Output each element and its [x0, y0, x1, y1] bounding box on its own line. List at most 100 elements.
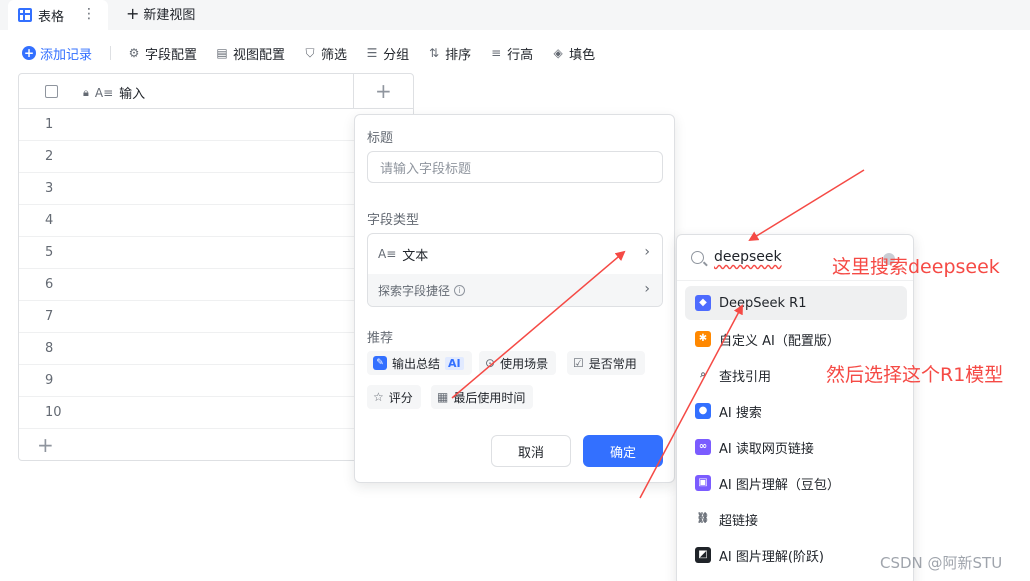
paint-bucket-icon: ◈ [553, 46, 563, 60]
recommend-chip-scenario[interactable]: ⊙ 使用场景 [479, 351, 557, 375]
watermark: CSDN @阿新STU [880, 554, 1003, 572]
row-height-label: 行高 [507, 47, 534, 63]
plus-icon: + [126, 4, 140, 23]
type-option-ai-image[interactable]: ▣ AI 图片理解（豆包） [685, 466, 907, 500]
recommend-label: 推荐 [367, 331, 394, 346]
grid-header: 🔒︎ A≡ 输入 + [19, 74, 413, 109]
tab-table-label: 表格 [38, 9, 65, 25]
chevron-right-icon: › [644, 281, 650, 297]
text-type-icon: A≡ [378, 247, 397, 261]
add-circle-icon: + [22, 46, 36, 60]
ai-badge: AI [445, 356, 464, 370]
row-number: 8 [45, 341, 54, 356]
chip-label: 评分 [388, 390, 413, 405]
filter-button[interactable]: ⛉ 筛选 [303, 44, 348, 63]
field-type-value: 文本 [402, 248, 429, 264]
row-height-button[interactable]: ≡ 行高 [489, 44, 533, 63]
chip-label: 最后使用时间 [453, 390, 526, 405]
type-option-ai-image-step[interactable]: ◩ AI 图片理解(阶跃) [685, 538, 907, 572]
view-config-label: 视图配置 [233, 47, 286, 63]
confirm-button[interactable]: 确定 [583, 435, 663, 467]
field-type-box: A≡ 文本 › 探索字段捷径 i › [367, 233, 663, 307]
summary-icon: ✎ [373, 356, 387, 370]
type-option-label: AI 读取网页链接 [719, 441, 814, 457]
row-number: 5 [45, 245, 54, 260]
column-header-input[interactable]: 🔒︎ A≡ 输入 [83, 83, 145, 103]
row-number: 1 [45, 117, 54, 132]
gear-icon: ⚙ [128, 46, 140, 60]
custom-ai-icon: ✱ [695, 331, 711, 347]
chevron-circle-icon: ⊙ [485, 356, 496, 370]
filter-icon: ⛉ [305, 45, 315, 60]
field-config-label: 字段配置 [145, 47, 198, 63]
type-option-label: AI 图片理解(阶跃) [719, 549, 825, 565]
row-number: 6 [45, 277, 54, 292]
row-number: 2 [45, 149, 54, 164]
add-record-button[interactable]: + 添加记录 [22, 44, 92, 63]
new-view-button[interactable]: + 新建视图 [126, 4, 195, 23]
field-config-button[interactable]: ⚙ 字段配置 [127, 44, 197, 63]
chip-label: 输出总结 [392, 356, 441, 371]
checkbox-icon: ☑ [573, 356, 584, 370]
recommend-chip-rating[interactable]: ☆ 评分 [367, 385, 421, 409]
type-option-label: 查找引用 [719, 369, 772, 385]
field-title-placeholder: 请输入字段标题 [380, 161, 472, 177]
calendar-icon: ▦ [437, 390, 449, 404]
filter-label: 筛选 [321, 47, 348, 63]
field-type-dropdown: deepseek ◆ DeepSeek R1 ✱ 自定义 AI（配置版） ⌕ 查找引用 ● A… [676, 234, 914, 581]
type-option-custom-ai[interactable]: ✱ 自定义 AI（配置版） [685, 322, 907, 356]
recommend-chip-summary[interactable]: ✎ 输出总结 AI [367, 351, 472, 375]
search-query: deepseek [714, 249, 782, 265]
add-row-icon[interactable]: + [37, 433, 54, 457]
group-button[interactable]: ☰ 分组 [365, 44, 409, 63]
ai-link-icon: ∞ [695, 439, 711, 455]
annotation-select-note: 然后选择这个R1模型 [826, 364, 1004, 386]
chip-label: 使用场景 [500, 356, 549, 371]
table-icon [18, 8, 32, 22]
sort-button[interactable]: ⇅ 排序 [427, 44, 471, 63]
tab-more-icon[interactable]: ⋮ [82, 6, 96, 22]
type-option-label: AI 图片理解（豆包） [719, 477, 840, 493]
type-option-ai-search[interactable]: ● AI 搜索 [685, 394, 907, 428]
lookup-icon: ⌕ [700, 369, 706, 380]
search-icon [691, 250, 704, 264]
view-config-button[interactable]: ▤ 视图配置 [215, 44, 285, 63]
deepseek-icon: ◆ [695, 295, 711, 311]
new-view-label: 新建视图 [143, 8, 196, 23]
fill-color-label: 填色 [569, 47, 596, 63]
ai-search-icon: ● [695, 403, 711, 419]
fill-color-button[interactable]: ◈ 填色 [551, 44, 595, 63]
add-record-label: 添加记录 [40, 47, 93, 63]
explore-shortcut-link[interactable]: 探索字段捷径 i › [368, 274, 662, 306]
type-search-input[interactable]: deepseek [691, 249, 782, 265]
ai-image-icon: ▣ [695, 475, 711, 491]
row-number: 10 [45, 405, 62, 420]
sort-label: 排序 [445, 47, 472, 63]
recommend-chip-frequent[interactable]: ☑ 是否常用 [567, 351, 645, 375]
add-column-icon[interactable]: + [375, 79, 392, 103]
field-config-panel: 标题 请输入字段标题 字段类型 A≡ 文本 › 探索字段捷径 i › 推荐 ✎ … [354, 114, 675, 483]
type-option-label: 自定义 AI（配置版） [719, 333, 840, 349]
type-option-deepseek[interactable]: ◆ DeepSeek R1 [685, 286, 907, 320]
select-all-checkbox[interactable] [45, 85, 58, 98]
type-option-label: DeepSeek R1 [719, 295, 807, 311]
row-number: 3 [45, 181, 54, 196]
field-type-select[interactable]: A≡ 文本 › [368, 234, 662, 274]
row-number: 4 [45, 213, 54, 228]
view-config-icon: ▤ [216, 46, 228, 60]
chip-label: 是否常用 [588, 356, 637, 371]
type-option-ai-link[interactable]: ∞ AI 读取网页链接 [685, 430, 907, 464]
group-icon: ☰ [366, 46, 378, 60]
type-option-label: 超链接 [719, 513, 759, 529]
arrow-to-search-box [748, 169, 865, 242]
row-number: 9 [45, 373, 54, 388]
field-type-label: 字段类型 [367, 213, 420, 228]
text-field-icon: A≡ [94, 85, 114, 100]
cancel-button[interactable]: 取消 [491, 435, 571, 467]
shortcut-label: 探索字段捷径 [378, 283, 451, 298]
field-title-input[interactable]: 请输入字段标题 [367, 151, 663, 183]
row-height-icon: ≡ [491, 46, 502, 60]
recommend-chip-last-used[interactable]: ▦ 最后使用时间 [431, 385, 534, 409]
ai-image-step-icon: ◩ [695, 547, 711, 563]
type-option-hyperlink[interactable]: ⛓ 超链接 [685, 502, 907, 536]
